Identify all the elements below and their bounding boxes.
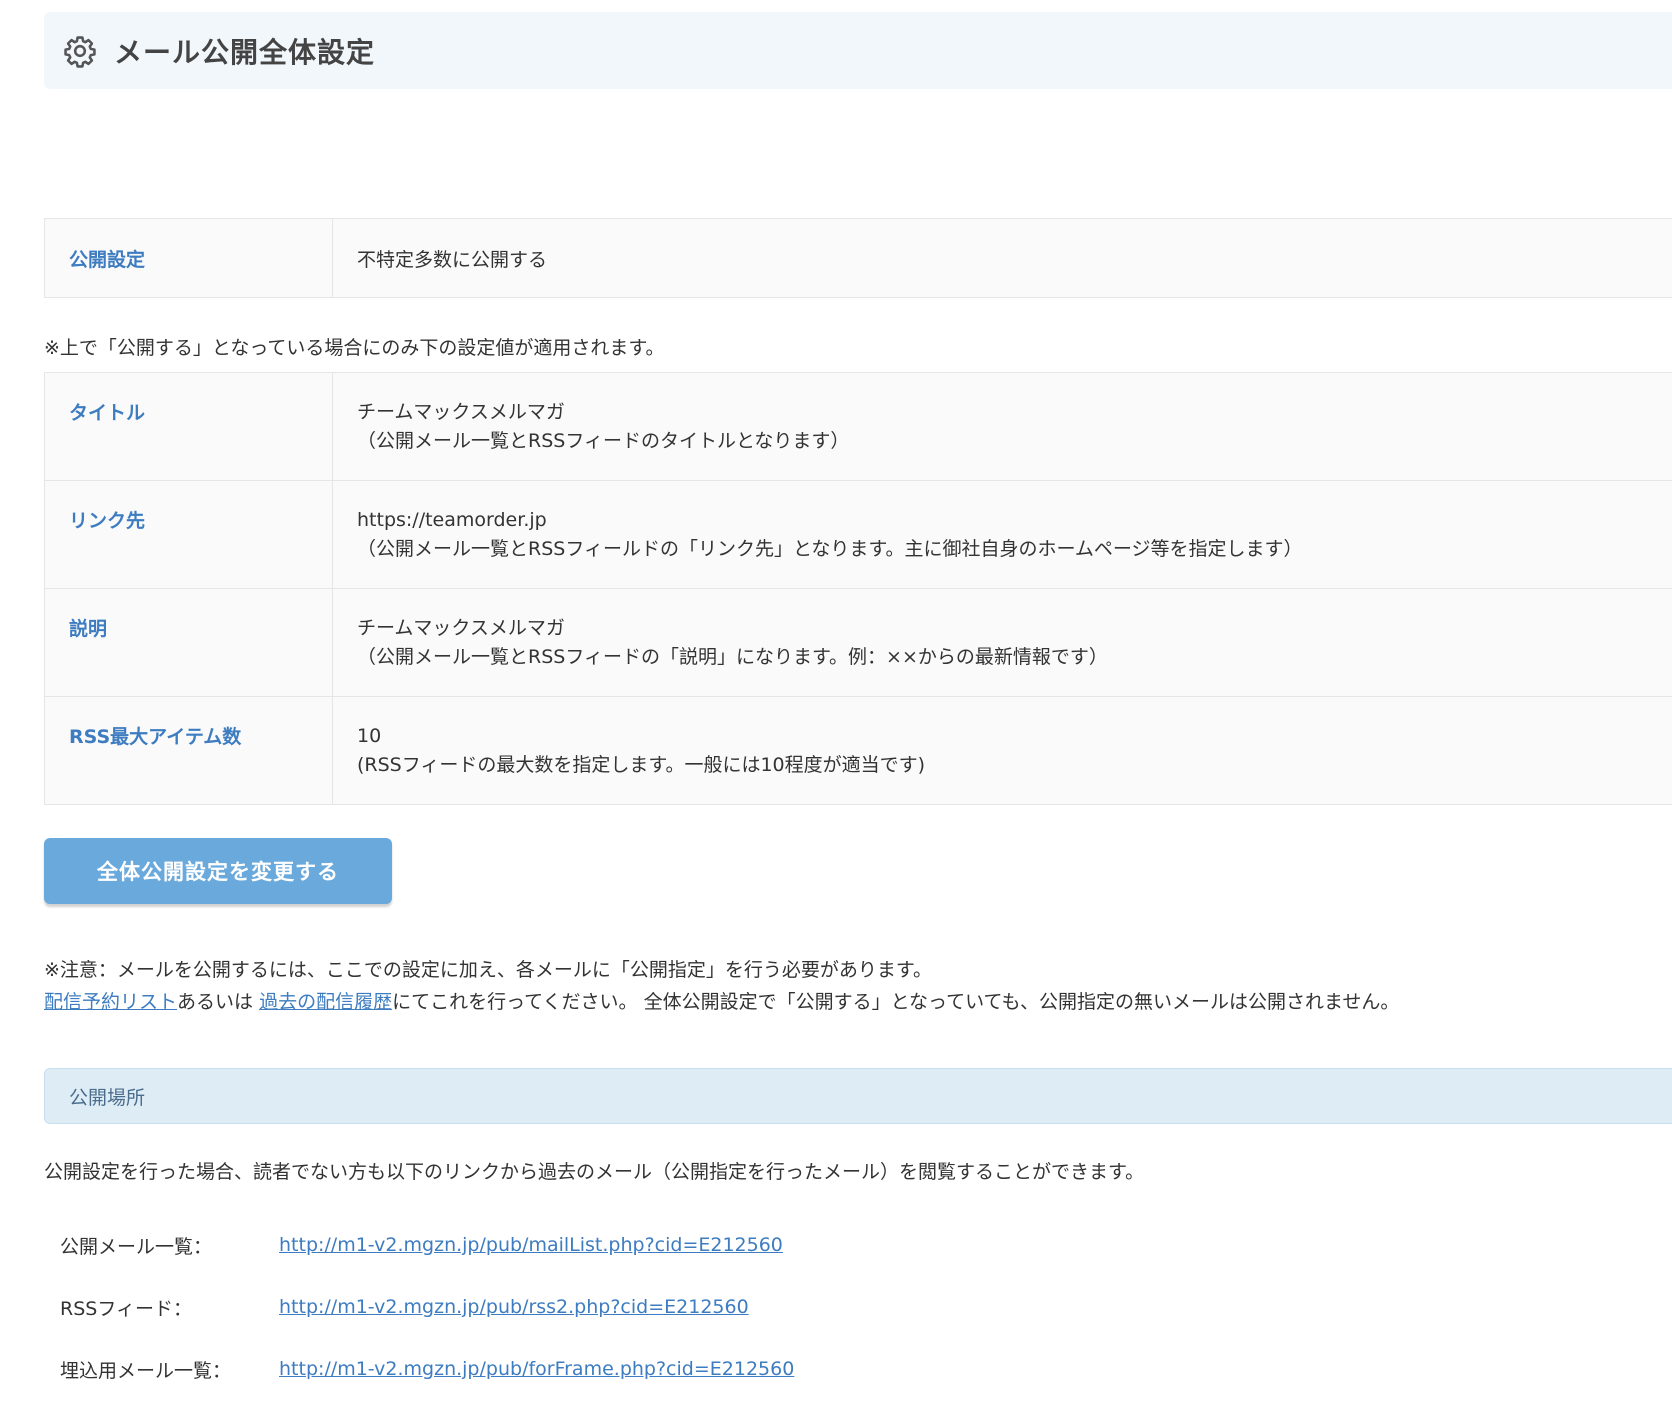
title-hint: （公開メール一覧とRSSフィードのタイトルとなります） [357,430,850,452]
embed-list-label: 埋込用メール一覧： [60,1359,232,1382]
link-value: https://teamorder.jp [357,509,547,531]
url-list: 公開メール一覧： http://m1-v2.mgzn.jp/pub/mailLi… [44,1214,1672,1400]
publish-setting-value: 不特定多数に公開する [332,218,1672,298]
page-title: メール公開全体設定 [114,35,376,69]
list-item: 埋込用メール一覧： http://m1-v2.mgzn.jp/pub/forFr… [60,1338,1672,1400]
list-item: 公開メール一覧： http://m1-v2.mgzn.jp/pub/mailLi… [60,1214,1672,1276]
delivery-schedule-link[interactable]: 配信予約リスト [44,991,177,1013]
change-settings-button[interactable]: 全体公開設定を変更する [44,838,392,904]
detail-settings-table: タイトル チームマックスメルマガ （公開メール一覧とRSSフィードのタイトルとな… [44,372,1672,805]
rss-max-value: 10 [357,725,382,747]
caution-mid-text: あるいは [177,991,260,1013]
rss-feed-link[interactable]: http://m1-v2.mgzn.jp/pub/rss2.php?cid=E2… [279,1296,749,1318]
description-hint: （公開メール一覧とRSSフィードの「説明」になります。例：××からの最新情報です… [357,646,1108,668]
link-hint: （公開メール一覧とRSSフィールドの「リンク先」となります。主に御社自身のホーム… [357,538,1303,560]
title-cell: チームマックスメルマガ （公開メール一覧とRSSフィードのタイトルとなります） [332,372,1672,481]
rss-feed-label: RSSフィード： [60,1297,192,1320]
publish-setting-table: 公開設定 不特定多数に公開する [44,218,1672,298]
title-value: チームマックスメルマガ [357,401,565,423]
table-row: RSS最大アイテム数 10 (RSSフィードの最大数を指定します。一般には10程… [44,696,1672,805]
mail-list-link[interactable]: http://m1-v2.mgzn.jp/pub/mailList.php?ci… [279,1234,783,1256]
rss-max-hint: (RSSフィードの最大数を指定します。一般には10程度が適当です) [357,754,926,776]
list-item: RSSフィード： http://m1-v2.mgzn.jp/pub/rss2.p… [60,1276,1672,1338]
table-row: 説明 チームマックスメルマガ （公開メール一覧とRSSフィードの「説明」になりま… [44,588,1672,697]
embed-list-link[interactable]: http://m1-v2.mgzn.jp/pub/forFrame.php?ci… [279,1358,794,1380]
section-title: 公開場所 [44,1068,1672,1124]
description-cell: チームマックスメルマガ （公開メール一覧とRSSフィードの「説明」になります。例… [332,588,1672,697]
delivery-history-link[interactable]: 過去の配信履歴 [259,991,392,1013]
page-header: メール公開全体設定 [44,12,1672,89]
caution-note: ※注意：メールを公開するには、ここでの設定に加え、各メールに「公開指定」を行う必… [44,954,1672,1018]
table-row: 公開設定 不特定多数に公開する [44,218,1672,298]
link-cell: https://teamorder.jp （公開メール一覧とRSSフィールドの「… [332,480,1672,589]
link-label: リンク先 [44,480,333,589]
section-description: 公開設定を行った場合、読者でない方も以下のリンクから過去のメール（公開指定を行っ… [44,1161,1145,1183]
apply-note: ※上で「公開する」となっている場合にのみ下の設定値が適用されます。 [44,337,665,359]
description-value: チームマックスメルマガ [357,617,565,639]
caution-links-line: 配信予約リストあるいは 過去の配信履歴にてこれを行ってください。 全体公開設定で… [44,986,1672,1018]
page: メール公開全体設定 公開設定 不特定多数に公開する ※上で「公開する」となってい… [44,12,1672,1400]
caution-line: ※注意：メールを公開するには、ここでの設定に加え、各メールに「公開指定」を行う必… [44,959,933,981]
table-row: タイトル チームマックスメルマガ （公開メール一覧とRSSフィードのタイトルとな… [44,372,1672,481]
title-label: タイトル [44,372,333,481]
rss-max-cell: 10 (RSSフィードの最大数を指定します。一般には10程度が適当です) [332,696,1672,805]
gear-icon [62,33,98,69]
rss-max-label: RSS最大アイテム数 [44,696,333,805]
description-label: 説明 [44,588,333,697]
caution-end-text: にてこれを行ってください。 全体公開設定で「公開する」となっていても、公開指定の… [392,991,1400,1013]
mail-list-label: 公開メール一覧： [60,1235,213,1258]
publish-setting-label: 公開設定 [44,218,333,298]
table-row: リンク先 https://teamorder.jp （公開メール一覧とRSSフィ… [44,480,1672,589]
